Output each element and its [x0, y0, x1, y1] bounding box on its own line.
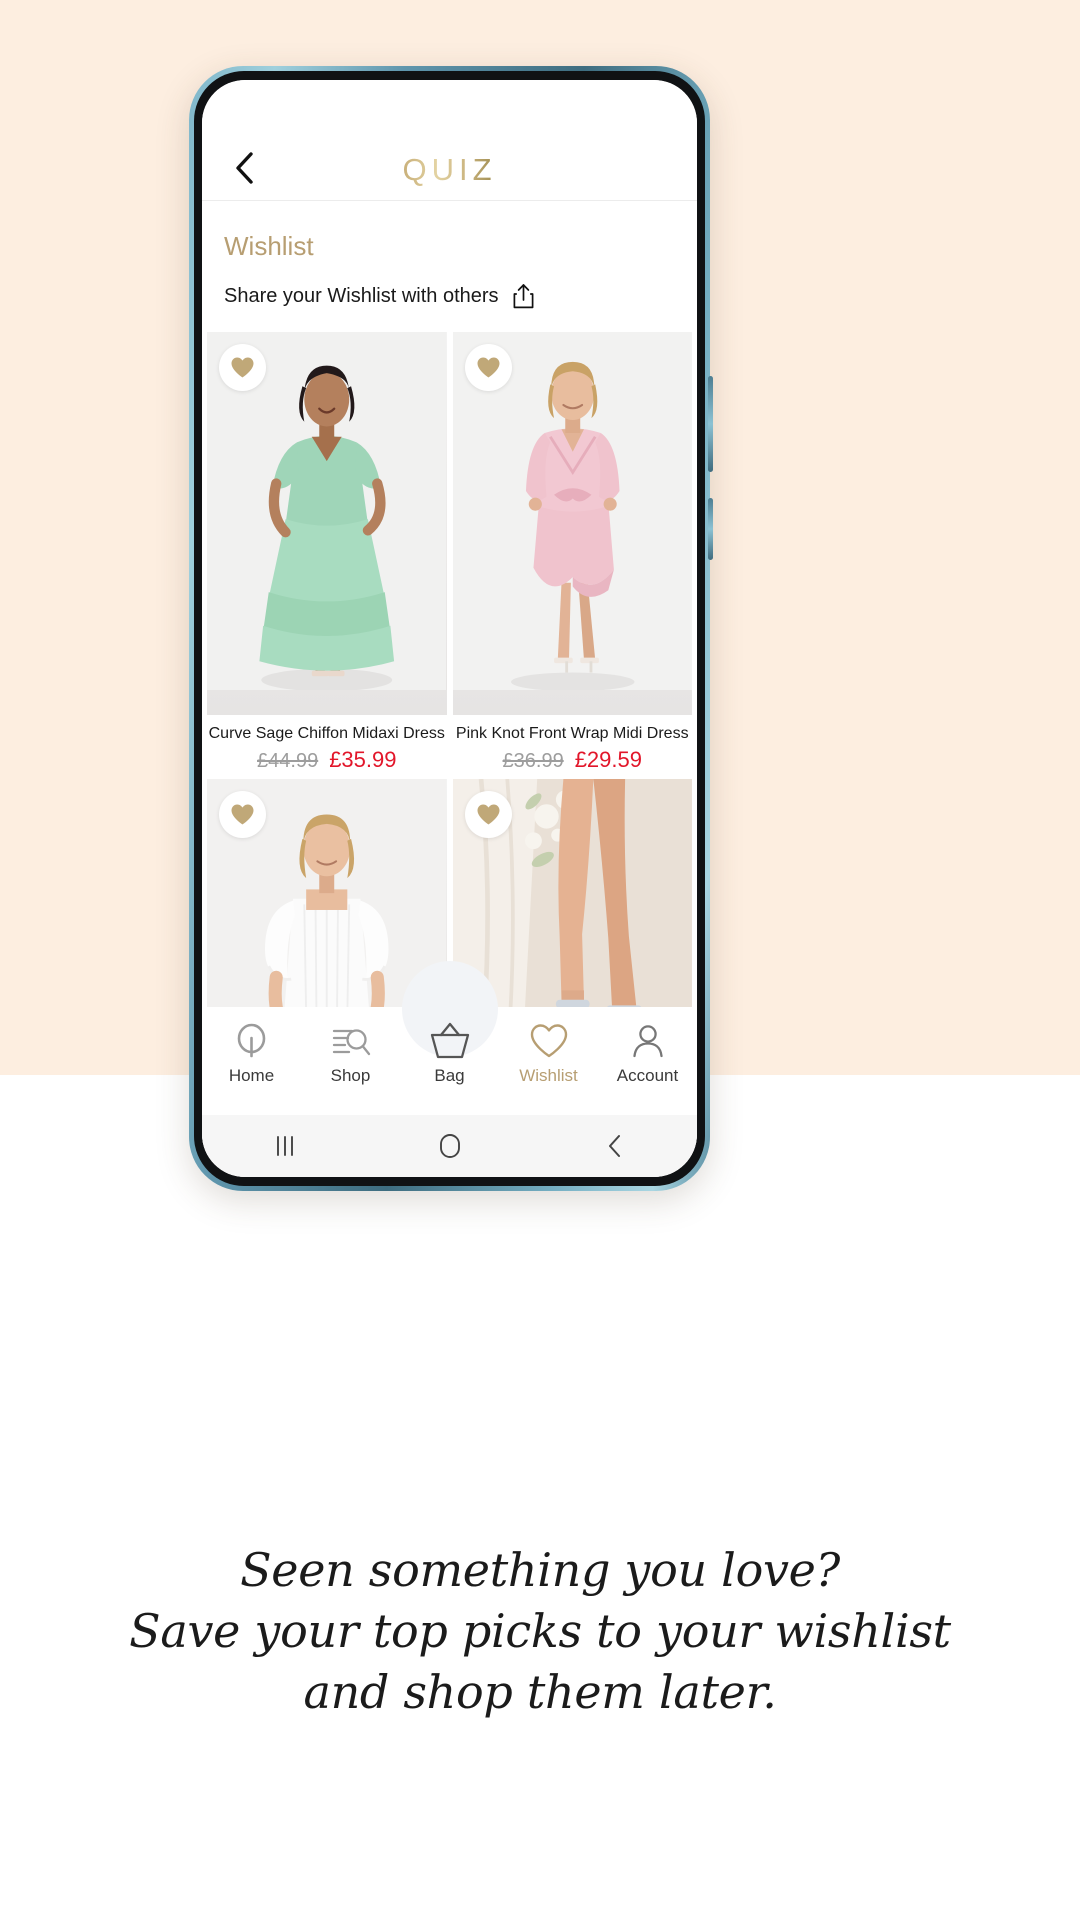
product-name: Curve Sage Chiffon Midaxi Dress [208, 725, 445, 742]
product-price-was: £36.99 [502, 750, 564, 773]
power-button[interactable] [708, 498, 713, 560]
nav-label-bag: Bag [434, 1066, 465, 1085]
nav-item-account[interactable]: Account [598, 1007, 697, 1086]
heart-outline-icon [529, 1021, 569, 1061]
nav-label-home: Home [228, 1066, 275, 1085]
android-system-navigation [202, 1115, 697, 1177]
nav-label-shop: Shop [330, 1066, 371, 1085]
product-price-row: £44.99 £35.99 [207, 747, 447, 773]
product-price-was: £44.99 [257, 750, 319, 773]
favourite-button[interactable] [219, 791, 266, 839]
product-card[interactable]: Curve Sage Chiffon Midaxi Dress £44.99 £… [207, 332, 447, 774]
list-search-icon [331, 1021, 371, 1061]
share-icon[interactable] [512, 283, 535, 310]
phone-screen: QUIZ Wishlist Share your Wishlist with o… [202, 80, 697, 1177]
marketing-caption: Seen something you love? Save your top p… [0, 1540, 1080, 1724]
heart-filled-icon [477, 804, 499, 825]
person-icon [630, 1021, 666, 1061]
product-card[interactable]: Pink Knot Front Wrap Midi Dress £36.99 £… [452, 332, 693, 774]
page-title: Wishlist [224, 231, 314, 261]
caption-line-2: Save your top picks to your wishlist [129, 1604, 951, 1659]
product-price-now: £29.59 [574, 747, 642, 773]
back-chevron-icon[interactable] [580, 1123, 650, 1169]
product-image[interactable] [452, 332, 692, 715]
volume-button[interactable] [708, 376, 713, 472]
caption-line-1: Seen something you love? [240, 1543, 840, 1597]
nav-item-shop[interactable]: Shop [301, 1007, 400, 1086]
wishlist-screen: Wishlist Share your Wishlist with others [202, 201, 697, 1177]
nav-item-wishlist[interactable]: Wishlist [499, 1007, 598, 1086]
favourite-button[interactable] [219, 344, 266, 391]
recents-icon[interactable] [250, 1123, 320, 1169]
share-wishlist-label: Share your Wishlist with others [224, 285, 499, 307]
product-name: Pink Knot Front Wrap Midi Dress [455, 725, 689, 742]
chevron-left-icon [236, 152, 253, 184]
favourite-button[interactable] [464, 791, 512, 839]
favourite-button[interactable] [464, 344, 512, 391]
phone-device-frame: QUIZ Wishlist Share your Wishlist with o… [189, 66, 713, 1191]
quiz-q-logo-icon [234, 1021, 269, 1061]
basket-icon [427, 1021, 473, 1061]
bottom-navigation-bar: Home Shop Bag Wishlist Account [202, 961, 697, 1115]
back-button[interactable] [224, 148, 264, 188]
heart-filled-icon [477, 357, 499, 378]
caption-line-3: and shop them later. [303, 1665, 777, 1720]
heart-filled-icon [231, 804, 254, 825]
heart-filled-icon [231, 357, 254, 378]
nav-label-wishlist: Wishlist [519, 1066, 578, 1085]
nav-label-account: Account [616, 1066, 679, 1085]
home-pill-icon[interactable] [415, 1123, 485, 1169]
product-image[interactable] [207, 332, 447, 715]
product-price-now: £35.99 [329, 747, 397, 773]
page-background-bottom [0, 1075, 1080, 1920]
app-header: QUIZ [202, 80, 697, 201]
product-price-row: £36.99 £29.59 [453, 747, 693, 773]
nav-item-bag[interactable]: Bag [400, 961, 499, 1086]
phone-bezel: QUIZ Wishlist Share your Wishlist with o… [194, 71, 705, 1186]
share-wishlist-row[interactable]: Share your Wishlist with others [224, 283, 535, 310]
brand-logo: QUIZ [402, 152, 497, 187]
nav-item-home[interactable]: Home [202, 1007, 301, 1086]
